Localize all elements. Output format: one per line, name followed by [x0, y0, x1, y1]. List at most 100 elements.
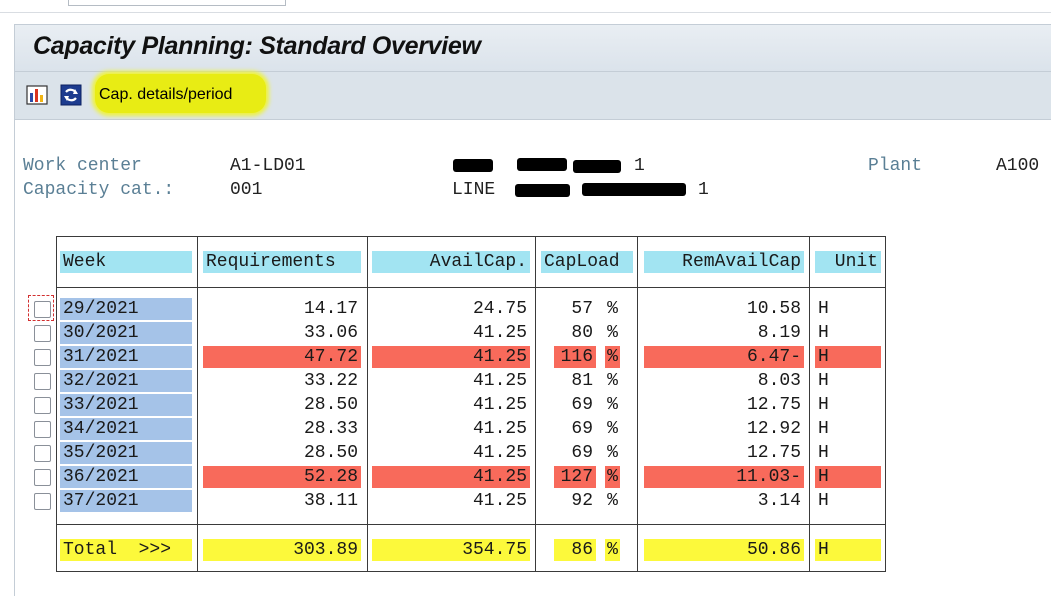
column-header-unit[interactable]: Unit: [815, 251, 881, 273]
top-strip: [0, 0, 1051, 13]
percent-sign-cell: %: [605, 370, 620, 392]
unit-cell: H: [815, 298, 881, 320]
percent-sign-cell: %: [605, 322, 620, 344]
unit-cell: H: [815, 346, 881, 368]
week-cell: 32/2021: [60, 370, 192, 392]
percent-sign-cell: %: [605, 490, 620, 512]
work-center-description-suffix: 1: [634, 156, 645, 176]
week-cell: 35/2021: [60, 442, 192, 464]
capload-cell: 81: [554, 370, 596, 392]
capload-cell: 57: [554, 298, 596, 320]
total-requirements: 303.89: [203, 539, 361, 561]
percent-sign-cell: %: [605, 466, 620, 488]
plant-value: A100: [996, 156, 1040, 176]
remavailcap-cell: 12.75: [644, 394, 804, 416]
redaction-mark: [582, 183, 686, 196]
week-cell: 29/2021: [60, 298, 192, 320]
capacity-cat-value: 001: [230, 180, 263, 200]
total-label: Total >>>: [60, 539, 192, 561]
requirements-cell: 47.72: [203, 346, 361, 368]
requirements-cell: 28.33: [203, 418, 361, 440]
row-select-checkbox[interactable]: [34, 349, 51, 366]
application-toolbar: Cap. details/period: [15, 72, 1051, 120]
work-center-label: Work center: [23, 156, 142, 176]
capload-cell: 69: [554, 442, 596, 464]
remavailcap-cell: 3.14: [644, 490, 804, 512]
capacity-description-suffix: 1: [698, 180, 709, 200]
week-cell: 33/2021: [60, 394, 192, 416]
availcap-cell: 41.25: [372, 490, 530, 512]
header-divider: [57, 287, 885, 288]
capload-cell: 69: [554, 394, 596, 416]
capload-cell: 116: [554, 346, 596, 368]
percent-sign-cell: %: [605, 346, 620, 368]
week-cell: 31/2021: [60, 346, 192, 368]
requirements-cell: 14.17: [203, 298, 361, 320]
remavailcap-cell: 6.47-: [644, 346, 804, 368]
requirements-cell: 28.50: [203, 442, 361, 464]
column-header-remavailcap[interactable]: RemAvailCap: [644, 251, 804, 273]
remavailcap-cell: 11.03-: [644, 466, 804, 488]
row-select-checkbox[interactable]: [34, 373, 51, 390]
redaction-mark: [515, 184, 570, 197]
row-select-checkbox[interactable]: [34, 469, 51, 486]
percent-sign-cell: %: [605, 418, 620, 440]
availcap-cell: 41.25: [372, 466, 530, 488]
availcap-cell: 41.25: [372, 394, 530, 416]
availcap-cell: 41.25: [372, 322, 530, 344]
total-availcap: 354.75: [372, 539, 530, 561]
column-header-capload[interactable]: CapLoad: [541, 251, 633, 273]
total-unit: H: [815, 539, 881, 561]
availcap-cell: 41.25: [372, 418, 530, 440]
capacity-cat-label: Capacity cat.:: [23, 180, 175, 200]
requirements-cell: 38.11: [203, 490, 361, 512]
remavailcap-cell: 10.58: [644, 298, 804, 320]
percent-sign-cell: %: [605, 298, 620, 320]
title-bar: Capacity Planning: Standard Overview: [15, 25, 1051, 72]
capacity-description-prefix: LINE: [452, 180, 496, 200]
availcap-cell: 41.25: [372, 442, 530, 464]
unit-cell: H: [815, 442, 881, 464]
week-cell: 36/2021: [60, 466, 192, 488]
refresh-icon[interactable]: [60, 84, 82, 106]
percent-sign-cell: %: [605, 442, 620, 464]
redaction-mark: [517, 158, 567, 171]
total-divider: [57, 524, 885, 525]
total-capload: 86: [554, 539, 596, 561]
remavailcap-cell: 12.75: [644, 442, 804, 464]
column-header-requirements[interactable]: Requirements: [203, 251, 361, 273]
unit-cell: H: [815, 394, 881, 416]
week-cell: 37/2021: [60, 490, 192, 512]
column-header-availcap[interactable]: AvailCap.: [372, 251, 530, 273]
requirements-cell: 33.22: [203, 370, 361, 392]
redaction-mark: [453, 159, 493, 172]
command-field[interactable]: [68, 0, 286, 6]
row-select-checkbox[interactable]: [34, 301, 51, 318]
left-gap: [0, 13, 14, 595]
availcap-cell: 41.25: [372, 346, 530, 368]
row-select-checkbox[interactable]: [34, 421, 51, 438]
row-select-checkbox[interactable]: [34, 397, 51, 414]
capload-cell: 69: [554, 418, 596, 440]
row-select-checkbox[interactable]: [34, 445, 51, 462]
availcap-cell: 41.25: [372, 370, 530, 392]
availcap-cell: 24.75: [372, 298, 530, 320]
row-select-checkbox[interactable]: [34, 325, 51, 342]
unit-cell: H: [815, 490, 881, 512]
row-select-checkbox[interactable]: [34, 493, 51, 510]
column-header-week[interactable]: Week: [60, 251, 192, 273]
chart-icon[interactable]: [26, 84, 48, 106]
plant-label: Plant: [868, 156, 923, 176]
total-percent-sign: %: [605, 539, 620, 561]
work-center-value: A1-LD01: [230, 156, 306, 176]
requirements-cell: 28.50: [203, 394, 361, 416]
unit-cell: H: [815, 466, 881, 488]
page-title: Capacity Planning: Standard Overview: [33, 32, 481, 60]
unit-cell: H: [815, 418, 881, 440]
capload-cell: 80: [554, 322, 596, 344]
cap-details-period-button[interactable]: Cap. details/period: [99, 86, 232, 104]
remavailcap-cell: 8.19: [644, 322, 804, 344]
requirements-cell: 52.28: [203, 466, 361, 488]
capload-cell: 127: [554, 466, 596, 488]
capload-cell: 92: [554, 490, 596, 512]
